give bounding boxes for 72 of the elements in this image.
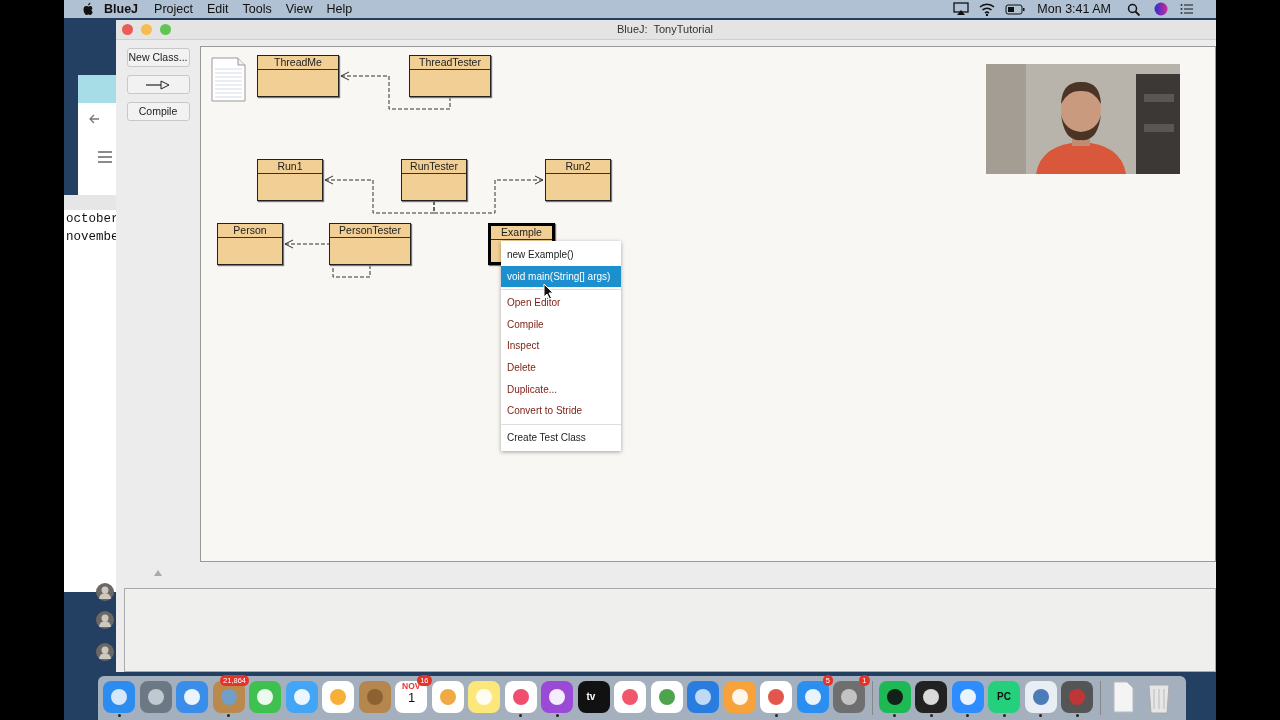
back-arrow-icon[interactable] (88, 113, 100, 125)
menu-item[interactable]: Delete (501, 356, 621, 379)
menu-icon[interactable] (98, 151, 112, 163)
menu-item[interactable]: Convert to Stride (501, 400, 621, 422)
app-label: tv (586, 690, 596, 704)
menu-item[interactable]: Help (326, 0, 353, 18)
app-menu[interactable]: BlueJ (104, 0, 139, 18)
search-icon[interactable] (1127, 2, 1140, 16)
menu-item[interactable]: Compile (501, 313, 621, 336)
menu-item[interactable]: Create Test Class (501, 426, 621, 449)
list-icon[interactable] (1180, 3, 1194, 15)
menu-item[interactable]: Edit (206, 0, 229, 18)
running-indicator (227, 714, 231, 717)
triangle-icon[interactable] (154, 570, 162, 576)
running-indicator (893, 714, 897, 717)
menu-clock[interactable]: Mon 3:41 AM (1037, 0, 1111, 18)
class-name: Person (218, 224, 282, 238)
class-box[interactable]: ThreadMe (257, 55, 339, 97)
menu-item[interactable]: Open Editor (501, 292, 621, 314)
running-indicator (774, 714, 778, 717)
menu-item[interactable]: Inspect (501, 335, 621, 357)
menu-item[interactable]: Tools (242, 0, 272, 18)
avatar (96, 611, 114, 629)
running-indicator (966, 714, 970, 717)
running-indicator (555, 714, 559, 717)
menu-item[interactable]: void main(String[] args) (501, 265, 621, 288)
app-label: PC (997, 690, 1011, 704)
running-indicator (519, 714, 523, 717)
class-box[interactable]: Person (217, 223, 283, 265)
class-box[interactable]: RunTester (401, 159, 467, 201)
avatar (96, 643, 114, 661)
menu-item[interactable]: new Example() (501, 244, 621, 266)
screen-mirroring-icon[interactable] (953, 2, 970, 16)
menu-item[interactable]: Duplicate... (501, 378, 621, 401)
menu-item[interactable]: Project (154, 0, 193, 18)
class-box[interactable]: ThreadTester (409, 55, 491, 97)
running-indicator (929, 714, 933, 717)
class-box[interactable]: PersonTester (329, 223, 411, 265)
toolbar-button[interactable]: New Class... (126, 48, 190, 67)
orb-icon[interactable] (1154, 2, 1168, 16)
battery-icon[interactable] (1005, 2, 1026, 16)
text-line: october (65, 211, 118, 228)
running-indicator (1075, 714, 1079, 717)
app-icon[interactable] (877, 680, 912, 714)
wifi-icon[interactable] (979, 2, 996, 16)
app-icon[interactable] (914, 680, 949, 714)
class-name: ThreadMe (258, 56, 338, 70)
class-name: PersonTester (330, 224, 410, 238)
class-name: Run2 (546, 160, 610, 174)
close-button[interactable] (122, 24, 133, 35)
toolbar-button[interactable]: Compile (126, 102, 190, 121)
class-name: ThreadTester (410, 56, 490, 70)
running-indicator (117, 714, 121, 717)
arrow-icon (145, 80, 171, 91)
class-name: RunTester (402, 160, 466, 174)
app-icon[interactable] (576, 680, 611, 714)
class-name: Run1 (258, 160, 322, 174)
class-name: Example (491, 226, 552, 240)
running-indicator (1002, 714, 1006, 717)
menu-item[interactable]: View (285, 0, 313, 18)
app-icon[interactable] (987, 680, 1022, 714)
class-box[interactable]: Run1 (257, 159, 323, 201)
apple-menu-icon[interactable] (82, 2, 94, 16)
running-indicator (1039, 714, 1043, 717)
class-box[interactable]: Run2 (545, 159, 611, 201)
window-title: BlueJ: TonyTutorial (616, 22, 714, 38)
zoom-button[interactable] (160, 24, 171, 35)
avatar (96, 583, 114, 601)
toolbar-button[interactable] (126, 75, 190, 94)
text-line: novembe (65, 229, 118, 246)
title-bar (78, 75, 118, 103)
cursor-icon (543, 283, 554, 300)
